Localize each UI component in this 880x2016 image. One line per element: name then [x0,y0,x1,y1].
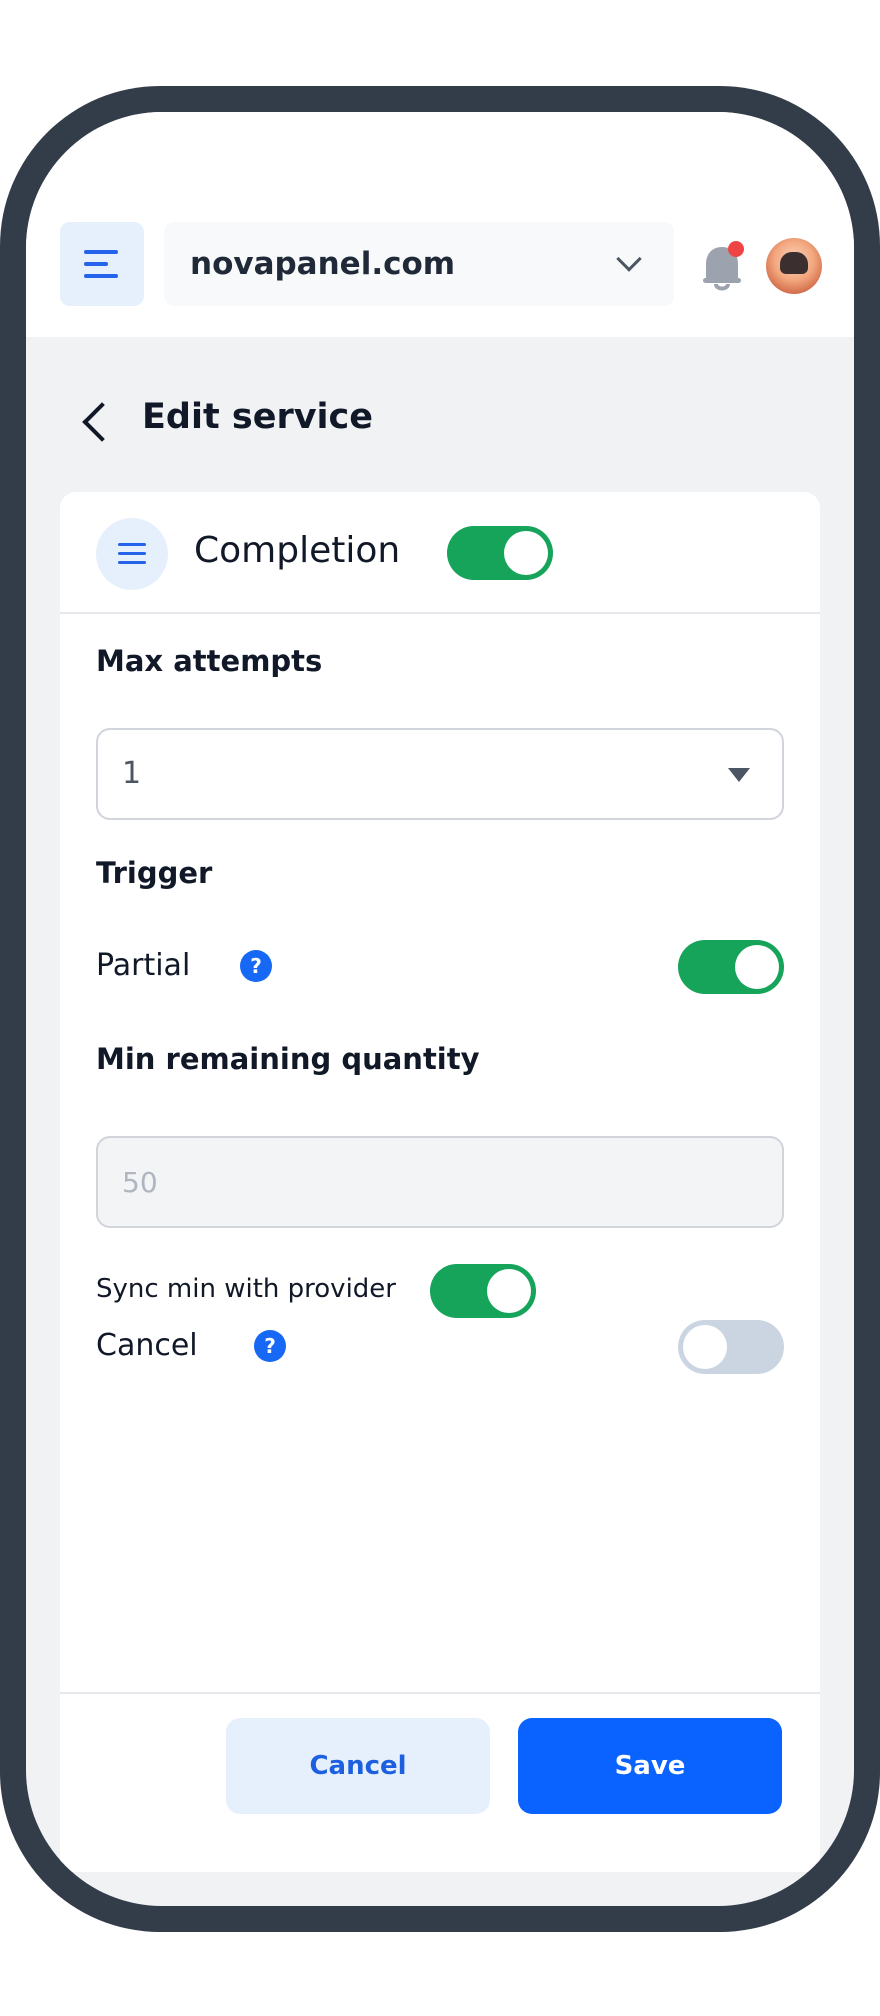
cancel-help-icon[interactable]: ? [254,1330,286,1362]
trigger-label: Trigger [96,856,213,890]
list-icon [96,518,168,590]
notifications-button[interactable] [696,240,748,296]
max-attempts-value: 1 [122,756,142,791]
bell-icon [703,241,744,291]
card-header: Completion [60,492,820,614]
toggle-knob [487,1269,531,1313]
chevron-down-icon [616,246,642,272]
top-bar: novapanel.com [26,112,854,337]
sync-min-label: Sync min with provider [96,1274,396,1304]
completion-toggle[interactable] [447,526,553,580]
caret-down-icon [728,768,750,782]
save-button[interactable]: Save [518,1718,782,1814]
toggle-knob [735,945,779,989]
notification-dot [728,241,744,257]
max-attempts-label: Max attempts [96,644,323,678]
partial-help-icon[interactable]: ? [240,950,272,982]
min-remaining-input[interactable] [96,1136,784,1228]
partial-toggle[interactable] [678,940,784,994]
card-footer: Cancel Save [60,1692,820,1872]
back-button[interactable] [76,400,116,448]
page-title: Edit service [142,397,374,437]
toggle-knob [504,531,548,575]
card-title: Completion [194,530,401,571]
menu-button[interactable] [60,222,144,306]
min-remaining-label: Min remaining quantity [96,1042,480,1076]
max-attempts-select[interactable]: 1 [96,728,784,820]
cancel-label: Cancel [96,1328,198,1363]
completion-card: Completion Max attempts 1 Trigger Partia… [60,492,820,1872]
page-header: Edit service [26,337,854,492]
domain-label: novapanel.com [190,246,456,282]
avatar[interactable] [766,238,822,294]
cancel-toggle[interactable] [678,1320,784,1374]
screen: novapanel.com Edit service Completion Ma… [26,112,854,1906]
partial-label: Partial [96,948,191,983]
phone-frame: novapanel.com Edit service Completion Ma… [0,86,880,1932]
toggle-knob [683,1325,727,1369]
domain-selector[interactable]: novapanel.com [164,222,674,306]
cancel-button[interactable]: Cancel [226,1718,490,1814]
sync-min-toggle[interactable] [430,1264,536,1318]
